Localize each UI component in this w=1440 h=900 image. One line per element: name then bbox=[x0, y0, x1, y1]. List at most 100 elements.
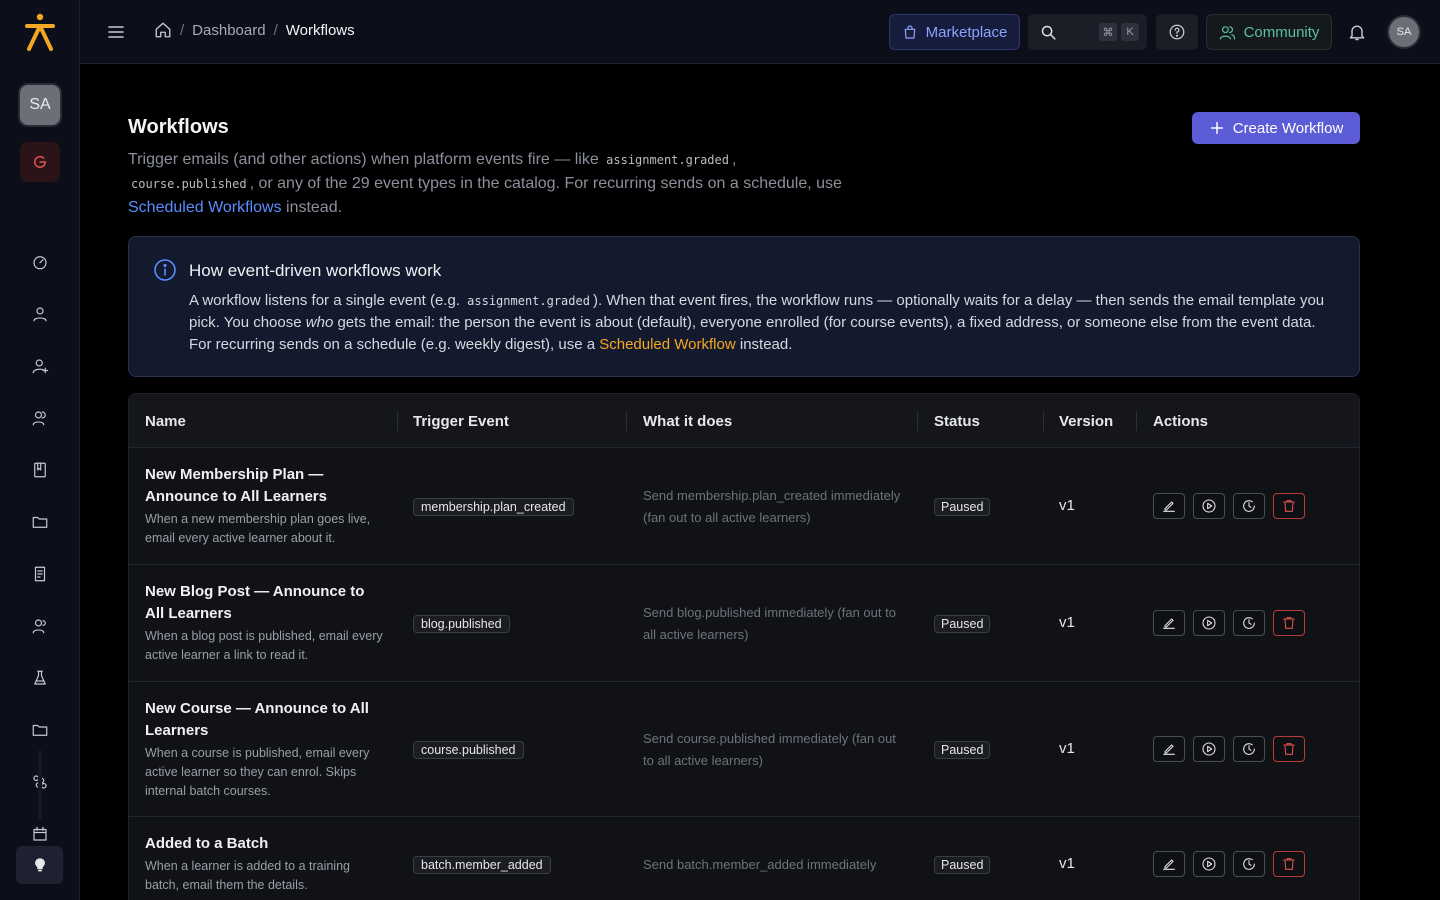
row-actions bbox=[1153, 736, 1305, 762]
delete-button[interactable] bbox=[1273, 493, 1305, 519]
column-header-actions: Actions bbox=[1153, 412, 1209, 430]
intro-text: , bbox=[731, 151, 737, 168]
user-plus-icon bbox=[32, 359, 49, 374]
history-button[interactable] bbox=[1233, 610, 1265, 636]
delete-icon bbox=[1283, 500, 1295, 512]
breadcrumb-dashboard[interactable]: Dashboard bbox=[192, 22, 265, 39]
workflow-name[interactable]: New Course — Announce to All Learners bbox=[145, 698, 385, 742]
sidebar-item-users[interactable] bbox=[0, 392, 80, 444]
table-row[interactable]: New Blog Post — Announce to All Learners… bbox=[129, 565, 1359, 682]
column-divider bbox=[1043, 411, 1044, 431]
column-divider bbox=[397, 411, 398, 431]
sidebar-item-courses[interactable] bbox=[0, 444, 80, 496]
book-icon bbox=[34, 462, 46, 478]
table-row[interactable]: New Membership Plan — Announce to All Le… bbox=[129, 448, 1359, 565]
bell-icon[interactable] bbox=[1347, 22, 1367, 42]
run-button[interactable] bbox=[1193, 493, 1225, 519]
row-actions bbox=[1153, 493, 1305, 519]
scheduled-workflow-link[interactable]: Scheduled Workflow bbox=[599, 336, 735, 353]
document-icon bbox=[34, 566, 46, 582]
sidebar-item-groups[interactable] bbox=[0, 600, 80, 652]
help-button[interactable] bbox=[1156, 14, 1198, 50]
run-icon bbox=[1202, 742, 1216, 756]
community-button[interactable]: Community bbox=[1206, 14, 1332, 50]
dashboard-icon bbox=[33, 256, 47, 270]
edit-button[interactable] bbox=[1153, 851, 1185, 877]
marketplace-button[interactable]: Marketplace bbox=[889, 14, 1020, 50]
sidebar-item-dashboard[interactable] bbox=[0, 236, 80, 288]
workflow-summary: Send course.published immediately (fan o… bbox=[643, 731, 896, 768]
history-icon bbox=[1243, 500, 1255, 512]
run-icon bbox=[1202, 616, 1216, 630]
marketplace-label: Marketplace bbox=[925, 23, 1008, 41]
sidebar-item-library[interactable] bbox=[0, 704, 80, 756]
info-body: A workflow listens for a single event (e… bbox=[189, 290, 1339, 356]
delete-icon bbox=[1283, 858, 1295, 870]
version-label: v1 bbox=[1059, 497, 1075, 514]
home-icon[interactable] bbox=[154, 21, 172, 39]
plus-icon bbox=[1210, 121, 1223, 135]
logo-icon[interactable] bbox=[22, 12, 58, 52]
column-header-status[interactable]: Status bbox=[934, 394, 980, 448]
user-avatar[interactable]: SA bbox=[1389, 17, 1419, 47]
sidebar-item-files[interactable] bbox=[0, 496, 80, 548]
edit-icon bbox=[1163, 744, 1175, 755]
search-button[interactable]: ⌘ K bbox=[1028, 14, 1147, 50]
delete-button[interactable] bbox=[1273, 610, 1305, 636]
page-title: Workflows bbox=[128, 116, 229, 138]
column-header-name[interactable]: Name bbox=[145, 394, 186, 448]
edit-button[interactable] bbox=[1153, 493, 1185, 519]
version-label: v1 bbox=[1059, 740, 1075, 757]
status-badge: Paused bbox=[934, 615, 991, 633]
sidebar-item-labs[interactable] bbox=[0, 652, 80, 704]
status-badge: Paused bbox=[934, 741, 991, 759]
edit-icon bbox=[1163, 618, 1175, 629]
trigger-event-badge: blog.published bbox=[413, 615, 510, 633]
folder-alt-icon bbox=[32, 724, 48, 736]
workflow-name[interactable]: New Blog Post — Announce to All Learners bbox=[145, 581, 385, 625]
trigger-event-badge: batch.member_added bbox=[413, 856, 551, 874]
info-text: instead. bbox=[735, 336, 793, 353]
kbd-cmd: ⌘ bbox=[1099, 23, 1117, 41]
sidebar-avatar[interactable]: SA bbox=[20, 85, 60, 125]
sidebar-item-add-user[interactable] bbox=[0, 340, 80, 392]
search-shortcut: ⌘ K bbox=[1095, 23, 1139, 41]
history-icon bbox=[1243, 858, 1255, 870]
edit-button[interactable] bbox=[1153, 610, 1185, 636]
edit-button[interactable] bbox=[1153, 736, 1185, 762]
delete-icon bbox=[1283, 743, 1295, 755]
column-header-version[interactable]: Version bbox=[1059, 394, 1113, 448]
run-button[interactable] bbox=[1193, 610, 1225, 636]
table-row[interactable]: Added to a Batch When a learner is added… bbox=[129, 817, 1359, 900]
breadcrumb-current: Workflows bbox=[285, 21, 355, 39]
status-badge: Paused bbox=[934, 856, 991, 874]
create-workflow-button[interactable]: Create Workflow bbox=[1192, 112, 1360, 144]
history-icon bbox=[1243, 617, 1255, 629]
workflow-name[interactable]: New Membership Plan — Announce to All Le… bbox=[145, 464, 385, 508]
sidebar-item-profile[interactable] bbox=[0, 288, 80, 340]
info-emphasis: who bbox=[305, 314, 334, 331]
info-title: How event-driven workflows work bbox=[189, 261, 442, 280]
intro-text: instead. bbox=[281, 199, 343, 216]
menu-icon[interactable] bbox=[106, 22, 126, 42]
sidebar-item-assignments[interactable] bbox=[0, 548, 80, 600]
intro-text: , or any of the 29 event types in the ca… bbox=[249, 175, 842, 192]
version-label: v1 bbox=[1059, 614, 1075, 631]
history-button[interactable] bbox=[1233, 736, 1265, 762]
history-button[interactable] bbox=[1233, 851, 1265, 877]
history-button[interactable] bbox=[1233, 493, 1265, 519]
breadcrumb-separator: / bbox=[180, 21, 185, 39]
column-header-trigger[interactable]: Trigger Event bbox=[413, 394, 509, 448]
delete-button[interactable] bbox=[1273, 736, 1305, 762]
sidebar-scrollbar[interactable] bbox=[38, 750, 42, 820]
logout-button[interactable] bbox=[20, 142, 60, 182]
scheduled-workflows-link[interactable]: Scheduled Workflows bbox=[128, 199, 282, 216]
workflow-name[interactable]: Added to a Batch bbox=[145, 833, 385, 855]
table-row[interactable]: New Course — Announce to All Learners Wh… bbox=[129, 682, 1359, 817]
run-button[interactable] bbox=[1193, 736, 1225, 762]
column-header-what[interactable]: What it does bbox=[643, 394, 732, 448]
tips-button[interactable] bbox=[16, 846, 63, 884]
delete-button[interactable] bbox=[1273, 851, 1305, 877]
event-code: course.published bbox=[131, 177, 247, 191]
run-button[interactable] bbox=[1193, 851, 1225, 877]
